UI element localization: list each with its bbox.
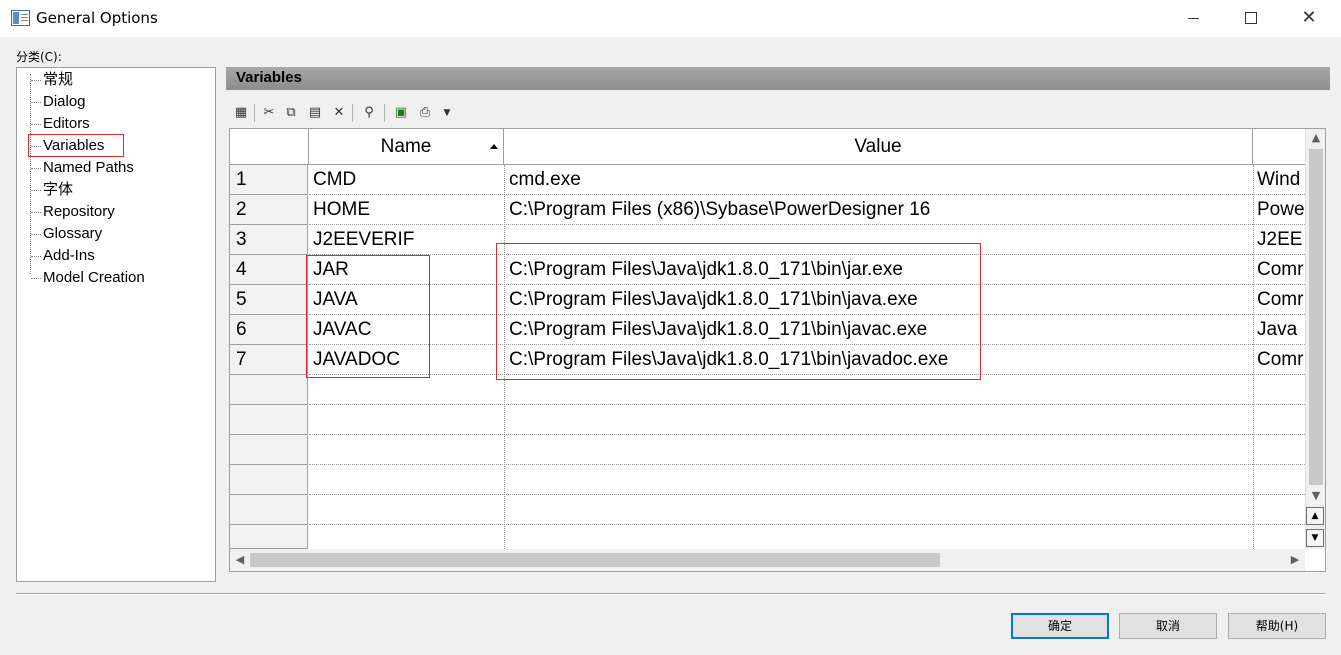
- tree-item-general[interactable]: 常规: [30, 69, 73, 91]
- tree-item-editors[interactable]: Editors: [31, 113, 90, 135]
- row-number-empty[interactable]: [230, 525, 308, 549]
- scroll-down-icon[interactable]: ▼: [1306, 487, 1325, 505]
- horizontal-scroll-thumb[interactable]: [250, 553, 940, 567]
- scroll-left-icon[interactable]: ◀: [230, 551, 250, 569]
- maximize-button[interactable]: [1228, 0, 1274, 37]
- tree-item-named-paths[interactable]: Named Paths: [31, 157, 134, 179]
- cell-comment[interactable]: Powe: [1253, 195, 1305, 225]
- vertical-scroll-thumb[interactable]: [1309, 149, 1323, 485]
- excel-icon[interactable]: ▣: [392, 104, 410, 122]
- cell-name[interactable]: HOME: [309, 195, 504, 225]
- cell-comment[interactable]: Comr: [1253, 345, 1305, 375]
- tree-connector: [30, 74, 31, 274]
- spin-down-button[interactable]: ▼: [1306, 529, 1324, 547]
- close-icon: ✕: [1301, 7, 1317, 28]
- cell-name[interactable]: CMD: [309, 165, 504, 195]
- properties-icon[interactable]: ▦: [232, 104, 250, 122]
- category-tree[interactable]: 常规 Dialog Editors Variables Named Paths …: [16, 67, 216, 582]
- print-icon[interactable]: ⎙: [416, 104, 434, 122]
- table-row-empty[interactable]: [309, 405, 1305, 435]
- column-header-name[interactable]: Name: [309, 129, 504, 165]
- vertical-scrollbar[interactable]: ▲ ▼: [1305, 129, 1325, 549]
- table-row-empty[interactable]: [309, 495, 1305, 525]
- row-number-empty[interactable]: [230, 435, 308, 465]
- cell-comment[interactable]: J2EE: [1253, 225, 1305, 255]
- scroll-right-icon[interactable]: ▶: [1285, 551, 1305, 569]
- spin-up-button[interactable]: ▲: [1306, 507, 1324, 525]
- cell-comment[interactable]: Comr: [1253, 255, 1305, 285]
- row-number-empty[interactable]: [230, 495, 308, 525]
- row-number[interactable]: 6: [230, 315, 308, 345]
- find-icon[interactable]: ⚲: [360, 104, 378, 122]
- help-button[interactable]: 帮助(H): [1228, 613, 1326, 639]
- horizontal-scrollbar[interactable]: ◀ ▶: [230, 549, 1305, 571]
- row-number-empty[interactable]: [230, 405, 308, 435]
- annotation-box-names: [306, 255, 430, 378]
- column-header-name-label: Name: [380, 136, 432, 157]
- tree-item-dialog[interactable]: Dialog: [31, 91, 86, 113]
- close-button[interactable]: ✕: [1286, 0, 1332, 37]
- table-row[interactable]: CMD cmd.exe Wind: [309, 165, 1305, 195]
- footer-divider: [16, 593, 1325, 595]
- cell-comment[interactable]: Comr: [1253, 285, 1305, 315]
- app-icon: [11, 10, 30, 26]
- dropdown-icon[interactable]: ▼: [438, 104, 456, 122]
- cell-comment[interactable]: Wind: [1253, 165, 1305, 195]
- toolbar-separator: [352, 104, 353, 122]
- annotation-box-values: [496, 243, 981, 380]
- row-number-empty[interactable]: [230, 375, 308, 405]
- row-number[interactable]: 4: [230, 255, 308, 285]
- column-header-value-label: Value: [854, 136, 902, 157]
- sort-ascending-icon: [490, 144, 498, 149]
- tree-item-glossary[interactable]: Glossary: [30, 223, 102, 245]
- minimize-button[interactable]: [1170, 0, 1216, 37]
- cell-comment[interactable]: Java: [1253, 315, 1305, 345]
- cut-icon[interactable]: ✂: [260, 104, 278, 122]
- selected-item-highlight: [28, 134, 124, 157]
- minimize-icon: [1187, 17, 1199, 19]
- scroll-up-icon[interactable]: ▲: [1306, 129, 1325, 147]
- corner-header: [230, 129, 309, 165]
- cell-value[interactable]: cmd.exe: [504, 165, 1253, 195]
- tree-item-fonts[interactable]: 字体: [30, 179, 73, 201]
- copy-icon[interactable]: ⧉: [282, 104, 300, 122]
- tree-item-repository[interactable]: Repository: [31, 201, 115, 223]
- row-number[interactable]: 3: [230, 225, 308, 255]
- title-bar: General Options ✕: [0, 0, 1341, 37]
- cell-value[interactable]: C:\Program Files (x86)\Sybase\PowerDesig…: [504, 195, 1253, 225]
- table-row-empty[interactable]: [309, 435, 1305, 465]
- table-row[interactable]: HOME C:\Program Files (x86)\Sybase\Power…: [309, 195, 1305, 225]
- maximize-icon: [1245, 12, 1257, 24]
- row-number-empty[interactable]: [230, 465, 308, 495]
- delete-icon[interactable]: ✕: [330, 104, 348, 122]
- tree-item-model-creation[interactable]: Model Creation: [31, 267, 145, 289]
- toolbar-separator: [254, 104, 255, 122]
- row-number[interactable]: 1: [230, 165, 308, 195]
- row-number[interactable]: 2: [230, 195, 308, 225]
- panel-title: Variables: [226, 67, 1330, 90]
- column-header-value[interactable]: Value: [504, 129, 1253, 165]
- toolbar-separator: [384, 104, 385, 122]
- ok-button[interactable]: 确定: [1011, 613, 1109, 639]
- row-number[interactable]: 7: [230, 345, 308, 375]
- row-number[interactable]: 5: [230, 285, 308, 315]
- cell-name[interactable]: J2EEVERIF: [309, 225, 504, 255]
- window-title: General Options: [36, 9, 158, 27]
- paste-icon[interactable]: ▤: [306, 104, 324, 122]
- tree-item-add-ins[interactable]: Add-Ins: [31, 245, 95, 267]
- cancel-button[interactable]: 取消: [1119, 613, 1217, 639]
- table-row-empty[interactable]: [309, 465, 1305, 495]
- column-header-comment[interactable]: [1253, 129, 1305, 165]
- category-label: 分类(C):: [16, 50, 62, 64]
- grid-toolbar: ▦ ✂ ⧉ ▤ ✕ ⚲ ▣ ⎙ ▼: [230, 102, 490, 124]
